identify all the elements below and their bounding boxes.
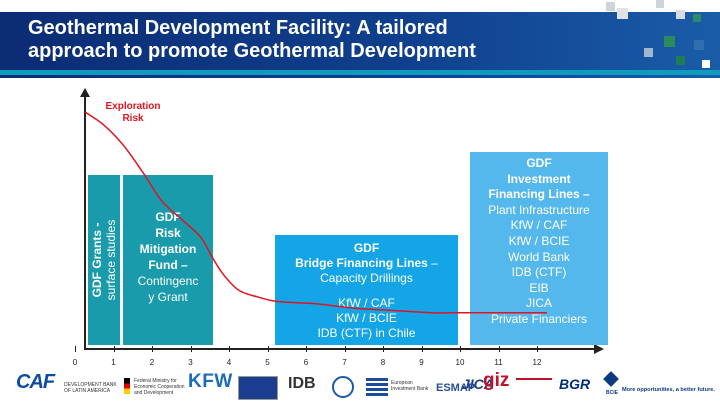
bridge-item: IDB (CTF) in Chile	[317, 326, 416, 340]
investment-financing-box: GDF Investment Financing Lines – Plant I…	[470, 152, 608, 345]
investment-line-4: Plant Infrastructure	[488, 202, 590, 217]
x-tick-label: 3	[188, 358, 193, 367]
x-axis	[84, 348, 596, 350]
caf-subtitle: DEVELOPMENT BANK OF LATIN AMERICA	[64, 382, 117, 394]
x-axis-arrow	[594, 344, 604, 354]
grants-label: GDF Grants - surface studies	[90, 220, 118, 301]
giz-logo: giz	[483, 370, 510, 391]
kfw-logo: KFW	[188, 371, 233, 392]
title-line-1: Geothermal Development Facility: A tailo…	[28, 17, 448, 39]
title-line-2: approach to promote Geothermal Developme…	[28, 40, 476, 62]
risk-label-line-2: Risk	[122, 113, 144, 124]
x-tick-label: 1	[111, 358, 116, 367]
x-tick	[460, 346, 461, 352]
x-tick-label: 8	[380, 358, 386, 367]
bridge-item: KfW / BCIE	[336, 311, 397, 325]
bridge-line-2-text: Bridge Financing Lines	[295, 256, 428, 270]
fund-label: GDF Risk Mitigation Fund – Contingenc y …	[123, 209, 213, 305]
investment-line-3: Financing Lines –	[488, 187, 590, 202]
bcie-logo: BCIE	[606, 390, 618, 396]
investment-item: KfW / BCIE	[508, 233, 570, 248]
investment-item: Private Financiers	[490, 311, 588, 326]
partner-logos: CAF DEVELOPMENT BANK OF LATIN AMERICA Fe…	[0, 370, 720, 405]
investment-item: IDB (CTF)	[511, 265, 567, 280]
x-tick-label: 6	[303, 358, 309, 367]
bridge-heading: GDF Bridge Financing Lines – Capacity Dr…	[275, 235, 458, 286]
x-tick-label: 4	[226, 358, 232, 367]
exploration-risk-label: Exploration Risk	[92, 101, 174, 125]
bcie-mark-icon	[603, 371, 619, 387]
fund-line-4: Fund –	[148, 258, 188, 272]
x-tick-label: 7	[342, 358, 347, 367]
x-tick	[421, 346, 423, 352]
y-axis-arrow	[80, 88, 90, 97]
title-underline	[0, 70, 720, 75]
world-bank-globe-icon	[332, 376, 354, 398]
fund-line-5: Contingenc	[137, 274, 199, 288]
investment-item: JICA	[525, 296, 552, 311]
x-tick	[113, 346, 115, 352]
x-tick	[75, 346, 76, 352]
bridge-line-1: GDF	[353, 241, 380, 255]
page-title: Geothermal Development Facility: A tailo…	[28, 17, 628, 63]
eib-mark-icon	[366, 378, 388, 396]
investment-line-1: GDF	[526, 156, 552, 170]
eib-logo-text: European Investment Bank	[391, 380, 429, 392]
risk-mitigation-fund-box: GDF Risk Mitigation Fund – Contingenc y …	[123, 175, 213, 345]
bridge-line-3: Capacity Drillings	[320, 271, 413, 285]
investment-item: KfW / CAF	[510, 218, 568, 233]
bridge-line-2: Bridge Financing Lines –	[275, 256, 458, 271]
risk-label-line-1: Exploration	[105, 101, 161, 112]
x-tick	[537, 346, 538, 352]
bridge-list: KfW / CAF KfW / BCIE IDB (CTF) in Chile	[275, 296, 458, 341]
caf-logo: CAF	[16, 371, 55, 393]
bcie-tagline: More opportunities, a better future.	[622, 387, 715, 393]
fund-line-3: Mitigation	[139, 242, 197, 256]
bgr-logo: BGR	[559, 376, 591, 392]
x-tick-label: 0	[72, 358, 78, 367]
x-tick-label: 12	[532, 358, 542, 367]
grants-label-line-1: GDF Grants -	[90, 222, 104, 298]
partner-emblem-icon	[516, 378, 552, 396]
grants-label-line-2: surface studies	[104, 219, 118, 301]
x-tick-label: 10	[455, 358, 465, 367]
idb-logo: IDB	[288, 375, 316, 392]
bridge-financing-box: GDF Bridge Financing Lines – Capacity Dr…	[275, 235, 458, 345]
grants-box: GDF Grants - surface studies	[88, 175, 120, 345]
x-tick-label: 5	[265, 358, 270, 367]
bmz-eagle-icon	[124, 378, 130, 394]
x-tick	[306, 346, 307, 352]
x-tick-label: 9	[419, 358, 424, 367]
bmz-logo-text: Federal Ministry for Economic Cooperatio…	[134, 378, 185, 396]
investment-line-2: Investment	[507, 171, 571, 186]
x-tick	[190, 346, 192, 352]
x-tick	[383, 346, 384, 352]
fund-line-6: y Grant	[148, 290, 188, 304]
x-tick-label: 11	[494, 358, 503, 367]
fund-line-2: Risk	[155, 226, 181, 240]
x-tick-label: 2	[149, 358, 155, 367]
bridge-item: KfW / CAF	[338, 296, 395, 310]
x-tick	[152, 346, 153, 352]
bridge-line-2-suffix: –	[427, 256, 438, 270]
x-tick	[498, 346, 500, 352]
x-tick	[229, 346, 230, 352]
x-tick	[344, 346, 346, 352]
x-tick	[267, 346, 269, 352]
investment-label: GDF Investment Financing Lines – Plant I…	[470, 152, 608, 328]
investment-item: World Bank	[508, 249, 570, 264]
eu-flag-icon	[238, 376, 278, 400]
fund-line-1: GDF	[155, 210, 181, 224]
investment-item: EIB	[529, 280, 549, 295]
y-axis	[84, 94, 86, 350]
